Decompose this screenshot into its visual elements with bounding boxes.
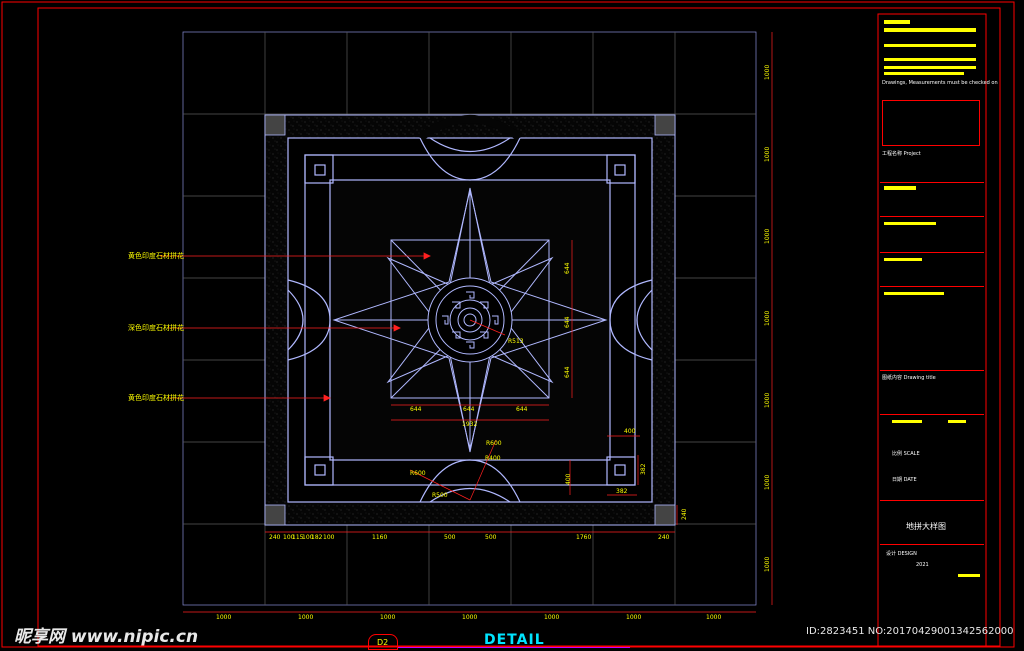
dim-right-7: 1000 <box>764 556 771 572</box>
scale-label: 比例 SCALE <box>892 451 920 457</box>
detail-tag-circle <box>368 634 398 650</box>
dim-arc-r1: R500 <box>432 492 448 499</box>
drawn-label: 设计 DESIGN <box>886 551 917 557</box>
notes-bar-2 <box>884 28 976 32</box>
dim-radius-center: R513 <box>508 338 524 345</box>
section-line-8 <box>880 544 984 545</box>
dim-inner-11: 240 <box>658 534 670 541</box>
callout-label-2: 深色印度石材拼花 <box>128 324 184 332</box>
detail-underline <box>398 647 630 648</box>
section-line-1 <box>880 182 984 183</box>
dim-bottom-4: 1000 <box>462 614 478 621</box>
project-bar <box>884 186 916 190</box>
watermark-id: ID:2823451 NO:20170429001342562000 <box>806 626 1014 637</box>
content-label: 图纸内容 Drawing title <box>882 375 936 381</box>
dim-arc-r2: R600 <box>410 470 426 477</box>
dim-bottom-2: 1000 <box>298 614 314 621</box>
dim-inner-10: 1760 <box>576 534 592 541</box>
callout-label-1: 黄色印度石材拼花 <box>128 252 184 260</box>
notes-bar-4 <box>884 58 976 61</box>
dim-right-1: 1000 <box>764 64 771 80</box>
title-block: Drawings, Measurements must be checked o… <box>878 14 998 646</box>
dim-small-d: 382 <box>616 488 628 495</box>
dim-corner: 240 <box>681 508 688 520</box>
dim-bottom-7: 1000 <box>706 614 722 621</box>
drawing-name: 地拼大样图 <box>906 522 946 531</box>
notes-bar-3 <box>884 44 976 47</box>
dim-inner-9: 500 <box>485 534 497 541</box>
section-line-5 <box>880 370 984 371</box>
dim-right-4: 1000 <box>764 310 771 326</box>
dim-bottom-5: 1000 <box>544 614 560 621</box>
bar-b <box>884 258 922 261</box>
dim-inner-1: 240 <box>269 534 281 541</box>
year-label: 2021 <box>916 562 929 568</box>
dim-star-v-3: 644 <box>564 366 571 378</box>
detail-title: DETAIL <box>484 632 545 648</box>
notes-bar-6 <box>884 72 964 75</box>
dim-right-5: 1000 <box>764 392 771 408</box>
notes-line: Drawings, Measurements must be checked o… <box>882 80 998 86</box>
bar-a <box>884 222 936 225</box>
dim-bottom-6: 1000 <box>626 614 642 621</box>
dim-bottom-3: 1000 <box>380 614 396 621</box>
dim-inner-8: 500 <box>444 534 456 541</box>
dim-star-v-1: 644 <box>564 262 571 274</box>
notes-bar-1 <box>884 20 910 24</box>
dim-arc-r4: R600 <box>486 440 502 447</box>
dim-bottom-1: 1000 <box>216 614 232 621</box>
dim-star-h-3: 644 <box>516 406 528 413</box>
dim-right-6: 1000 <box>764 474 771 490</box>
dim-inner-7: 1160 <box>372 534 388 541</box>
section-line-4 <box>880 286 984 287</box>
section-line-7 <box>880 500 984 501</box>
dim-small-a: 400 <box>624 428 636 435</box>
project-label: 工程名称 Project <box>882 151 921 157</box>
dim-star-h-2: 644 <box>463 406 475 413</box>
dim-right-2: 1000 <box>764 146 771 162</box>
dim-inner-6: 100 <box>323 534 335 541</box>
dim-small-b: 382 <box>640 463 647 475</box>
dim-inner-5: 182 <box>311 534 323 541</box>
dim-right-3: 1000 <box>764 228 771 244</box>
section-line-6 <box>880 414 984 415</box>
date-label: 日期 DATE <box>892 477 917 483</box>
bar-f <box>958 574 980 577</box>
bar-c <box>884 292 944 295</box>
section-line-2 <box>880 216 984 217</box>
callout-label-3: 黄色印度石材拼花 <box>128 394 184 402</box>
watermark-site: 昵享网 www.nipic.cn <box>14 627 199 647</box>
dim-small-c: 400 <box>565 473 572 485</box>
bar-e <box>948 420 966 423</box>
dim-star-v-2: 644 <box>564 316 571 328</box>
bar-d <box>892 420 922 423</box>
section-line-3 <box>880 252 984 253</box>
dim-arc-r3: R400 <box>485 455 501 462</box>
dim-star-h-1: 644 <box>410 406 422 413</box>
rev-table <box>882 100 980 146</box>
notes-bar-5 <box>884 66 976 69</box>
dim-star-total: 1932 <box>462 421 478 428</box>
